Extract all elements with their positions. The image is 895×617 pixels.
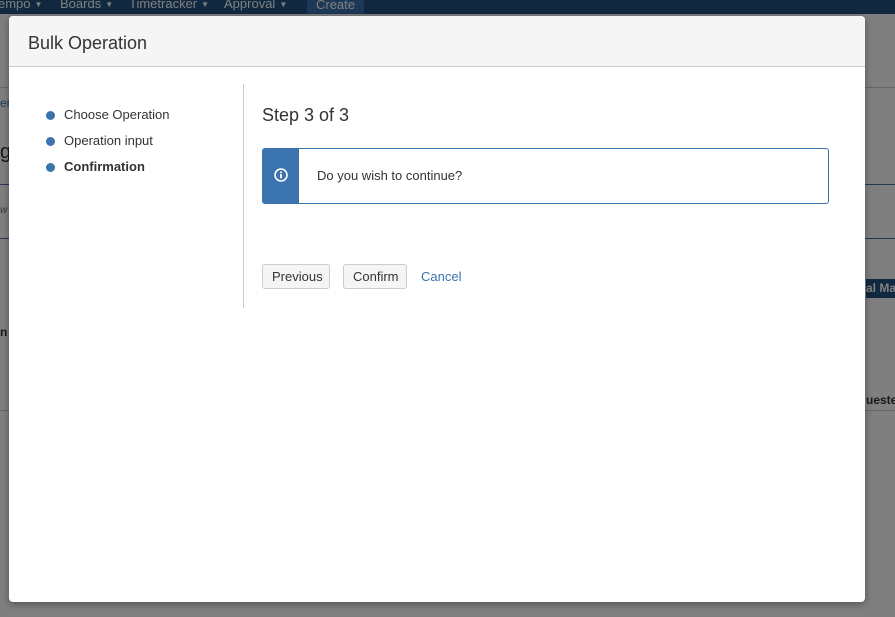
step-dot-icon: [46, 163, 55, 172]
step-item-confirmation: Confirmation: [45, 158, 170, 184]
info-circle-icon: [274, 168, 288, 182]
bulk-operation-dialog: Bulk Operation Choose Operation Operatio…: [9, 16, 865, 602]
step-item-choose-operation: Choose Operation: [45, 106, 170, 132]
step-label: Confirmation: [64, 159, 145, 174]
dialog-title: Bulk Operation: [28, 33, 148, 53]
previous-button[interactable]: Previous: [262, 264, 330, 289]
steps-list: Choose Operation Operation input Confirm…: [45, 106, 170, 184]
cancel-link[interactable]: Cancel: [421, 269, 461, 284]
step-label: Choose Operation: [64, 107, 170, 122]
info-message-text: Do you wish to continue?: [317, 168, 463, 183]
vertical-divider: [243, 84, 244, 308]
info-icon-column: [263, 149, 299, 203]
confirm-button[interactable]: Confirm: [343, 264, 407, 289]
info-message: Do you wish to continue?: [262, 148, 829, 204]
step-heading: Step 3 of 3: [262, 105, 350, 125]
step-item-operation-input: Operation input: [45, 132, 170, 158]
step-dot-icon: [46, 111, 55, 120]
dialog-header: Bulk Operation: [9, 16, 865, 67]
step-dot-icon: [46, 137, 55, 146]
step-label: Operation input: [64, 133, 153, 148]
